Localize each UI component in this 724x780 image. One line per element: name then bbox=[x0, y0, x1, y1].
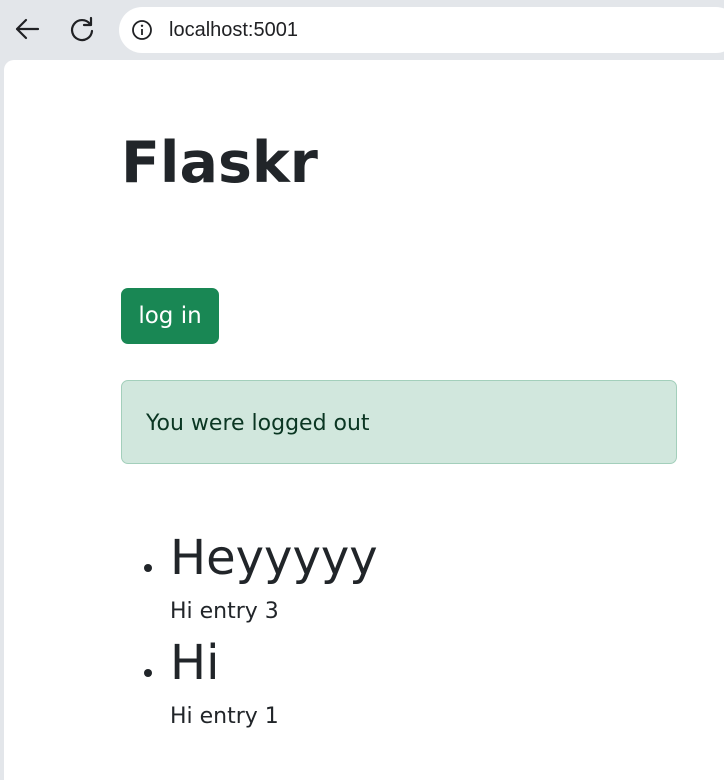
entry-title: Heyyyyy bbox=[170, 530, 378, 586]
page-title: Flaskr bbox=[121, 130, 318, 196]
login-button[interactable]: log in bbox=[121, 288, 219, 344]
entries-list: Heyyyyy Hi entry 3 Hi Hi entry 1 bbox=[144, 530, 378, 740]
info-icon[interactable] bbox=[130, 18, 154, 42]
page-content: Flaskr log in You were logged out Heyyyy… bbox=[4, 60, 724, 780]
entry-text: Hi entry 3 bbox=[170, 599, 279, 624]
back-button[interactable] bbox=[9, 11, 45, 47]
address-bar[interactable]: localhost:5001 bbox=[119, 7, 724, 53]
reload-button[interactable] bbox=[64, 11, 100, 47]
bullet-icon bbox=[144, 564, 152, 572]
entry-text: Hi entry 1 bbox=[170, 704, 279, 729]
flash-alert: You were logged out bbox=[121, 380, 677, 464]
list-item: Heyyyyy Hi entry 3 bbox=[144, 530, 378, 635]
entry-title: Hi bbox=[170, 635, 220, 691]
browser-toolbar: localhost:5001 bbox=[0, 0, 724, 60]
url-text[interactable]: localhost:5001 bbox=[169, 19, 298, 42]
bullet-icon bbox=[144, 669, 152, 677]
list-item: Hi Hi entry 1 bbox=[144, 635, 378, 740]
flash-message: You were logged out bbox=[146, 411, 370, 436]
reload-icon bbox=[70, 16, 94, 42]
arrow-left-icon bbox=[15, 18, 40, 40]
